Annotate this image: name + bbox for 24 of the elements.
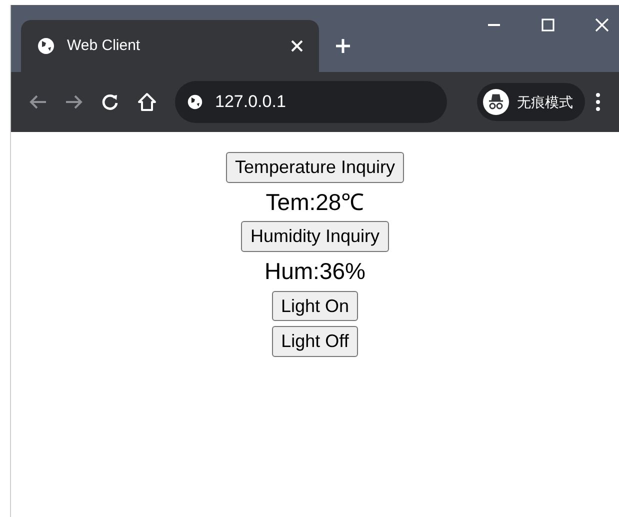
menu-icon[interactable] — [595, 92, 601, 112]
new-tab-icon[interactable] — [335, 38, 351, 54]
reload-icon[interactable] — [101, 93, 119, 111]
maximize-icon[interactable] — [541, 18, 555, 32]
incognito-badge[interactable]: 无痕模式 — [477, 83, 585, 121]
incognito-label: 无痕模式 — [517, 92, 573, 112]
browser-tab[interactable]: Web Client — [21, 20, 319, 72]
inquiry-button[interactable]: Light Off — [272, 326, 358, 356]
globe-icon — [187, 94, 203, 110]
inquiry-button[interactable]: Light On — [272, 290, 358, 321]
url-text: 127.0.0.1 — [215, 91, 286, 114]
inquiry-button[interactable]: Humidity Inquiry — [241, 221, 389, 252]
close-window-icon[interactable] — [595, 18, 609, 32]
back-arrow-icon[interactable] — [29, 94, 47, 110]
address-bar[interactable]: 127.0.0.1 — [175, 81, 447, 123]
reading-text: Tem:28℃ — [266, 188, 364, 216]
inquiry-button[interactable]: Temperature Inquiry — [226, 152, 404, 182]
home-icon[interactable] — [137, 92, 157, 112]
tab-title: Web Client — [67, 36, 142, 56]
incognito-icon — [483, 89, 509, 115]
reading-text: Hum:36% — [264, 256, 366, 286]
globe-icon — [37, 37, 55, 55]
close-icon[interactable] — [291, 40, 303, 52]
forward-arrow-icon[interactable] — [65, 94, 83, 110]
